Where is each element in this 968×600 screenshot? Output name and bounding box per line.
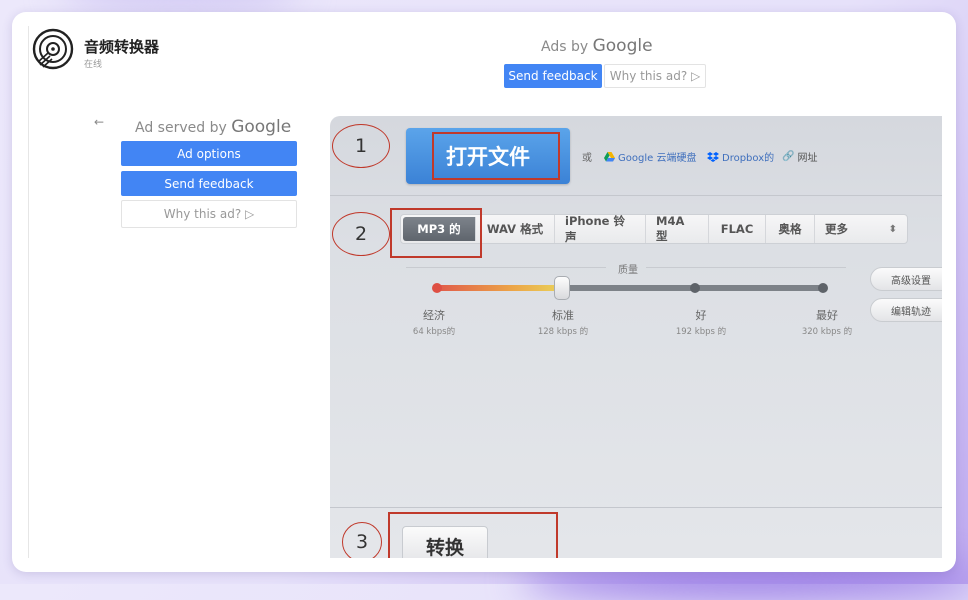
tab-iphone-ringtone[interactable]: iPhone 铃声 [555, 214, 646, 244]
level-rate: 192 kbps 的 [675, 327, 727, 337]
top-ad-send-feedback-button[interactable]: Send feedback [504, 64, 602, 88]
google-wordmark: Google [592, 36, 653, 56]
google-wordmark: Google [231, 117, 292, 137]
quality-slider-handle[interactable] [554, 276, 570, 300]
google-drive-link[interactable]: Google 云端硬盘 [604, 149, 696, 164]
side-ad-why-this-ad-button[interactable]: Why this ad? ▷ [121, 200, 297, 228]
quality-slider-fill [436, 285, 562, 291]
dropbox-icon [707, 151, 719, 162]
vinyl-logo-icon [32, 28, 74, 70]
level-name: 标准 [552, 309, 574, 322]
level-name: 经济 [423, 309, 445, 322]
ad-served-by-label: Ad served by Google [135, 117, 291, 137]
ads-by-google-label: Ads by Google [541, 36, 653, 56]
link-icon: 🔗 [782, 151, 795, 162]
more-formats-select[interactable]: 更多 ⬍ [815, 215, 907, 243]
level-rate: 64 kbps的 [412, 327, 456, 337]
select-arrows-icon: ⬍ [888, 223, 897, 235]
quality-label: 质量 [618, 265, 638, 276]
bg-blob [60, 0, 300, 10]
level-rate: 320 kbps 的 [801, 327, 853, 337]
quality-level-economy: 经济 64 kbps的 [389, 307, 479, 337]
quality-stop-good[interactable] [690, 283, 700, 293]
top-ad-why-this-ad-button[interactable]: Why this ad? ▷ [604, 64, 706, 88]
dropbox-label: Dropbox的 [722, 153, 775, 164]
step-3-marker: 3 [342, 522, 382, 558]
level-name: 最好 [816, 309, 838, 322]
quality-line-left [406, 267, 606, 268]
level-rate: 128 kbps 的 [537, 327, 589, 337]
level-name: 好 [695, 309, 707, 322]
url-link[interactable]: 🔗 网址 [782, 149, 817, 164]
side-ad-send-feedback-button[interactable]: Send feedback [121, 171, 297, 196]
ad-options-button[interactable]: Ad options [121, 141, 297, 166]
browser-frame: 音频转换器 在线 Ads by Google Send feedback Why… [12, 12, 956, 572]
or-label: 或 [582, 153, 592, 164]
divider [330, 507, 942, 508]
quality-stop-best[interactable] [818, 283, 828, 293]
tab-m4a[interactable]: M4A 型 [646, 214, 709, 243]
tab-flac[interactable]: FLAC [709, 215, 766, 243]
converter-panel: 1 打开文件 或 Google 云端硬盘 Dropbox的 🔗 网址 2 MP3… [330, 116, 942, 558]
url-label: 网址 [797, 153, 818, 164]
advanced-settings-button[interactable]: 高级设置 [870, 267, 942, 291]
page: 音频转换器 在线 Ads by Google Send feedback Why… [28, 26, 942, 558]
back-arrow-icon[interactable]: ← [94, 115, 104, 129]
tab-ogg[interactable]: 奥格 [766, 215, 815, 243]
annotation-box-mp3 [390, 208, 482, 258]
quality-stop-economy[interactable] [432, 283, 442, 293]
quality-line-right [646, 267, 846, 268]
ad-served-by-text: Ad served by [135, 120, 227, 136]
tab-wav[interactable]: WAV 格式 [476, 215, 555, 243]
ads-by-text: Ads by [541, 39, 589, 55]
edit-tracks-button[interactable]: 编辑轨迹 [870, 298, 942, 322]
app-title: 音频转换器 [84, 38, 160, 56]
quality-level-standard: 标准 128 kbps 的 [518, 307, 608, 337]
dropbox-link[interactable]: Dropbox的 [707, 149, 774, 164]
step-2-marker: 2 [332, 212, 390, 256]
annotation-box-convert [388, 512, 558, 558]
google-drive-icon [604, 151, 615, 161]
quality-level-good: 好 192 kbps 的 [656, 307, 746, 337]
more-formats-label: 更多 [825, 222, 848, 236]
annotation-box-open-file [432, 132, 560, 180]
step-1-marker: 1 [332, 124, 390, 168]
app-subtitle: 在线 [84, 60, 103, 70]
divider [330, 195, 942, 196]
quality-level-best: 最好 320 kbps 的 [782, 307, 872, 337]
google-drive-label: Google 云端硬盘 [618, 153, 697, 164]
